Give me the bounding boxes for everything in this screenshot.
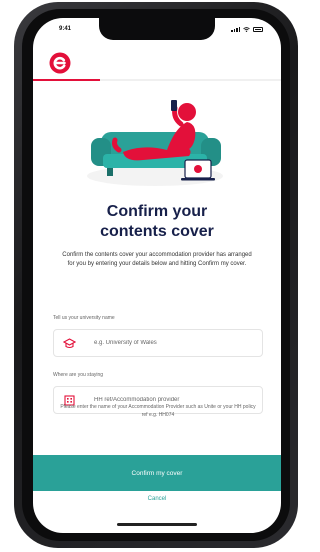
app-screen: 9:41 Confirm your contents cover Confirm… [33,18,281,533]
university-input[interactable] [94,330,254,356]
home-indicator [117,523,197,526]
status-icons [231,27,263,32]
confirm-cover-button[interactable]: Confirm my cover [33,455,281,491]
page-title: Confirm your contents cover [33,202,281,242]
page-title-line2: contents cover [100,223,214,240]
field-hint: Please enter the name of your Accommodat… [60,404,256,418]
status-time: 9:41 [59,26,72,32]
accommodation-field-label: Where are you staying [53,372,104,378]
progress-fill [33,79,100,81]
page-title-line1: Confirm your [106,203,208,220]
progress-bar [33,79,281,81]
cancel-button[interactable]: Cancel [33,496,281,510]
university-field-label: Tell us your university name [53,315,115,321]
wifi-icon [243,27,250,32]
phone-notch [99,18,215,40]
app-header [33,46,281,80]
signal-icon [231,27,240,32]
brand-logo-icon[interactable] [49,52,71,74]
hero-illustration [87,100,223,186]
university-field[interactable] [53,329,263,357]
battery-icon [253,27,263,32]
page-description: Confirm the contents cover your accommod… [62,252,252,267]
university-icon [63,338,76,349]
